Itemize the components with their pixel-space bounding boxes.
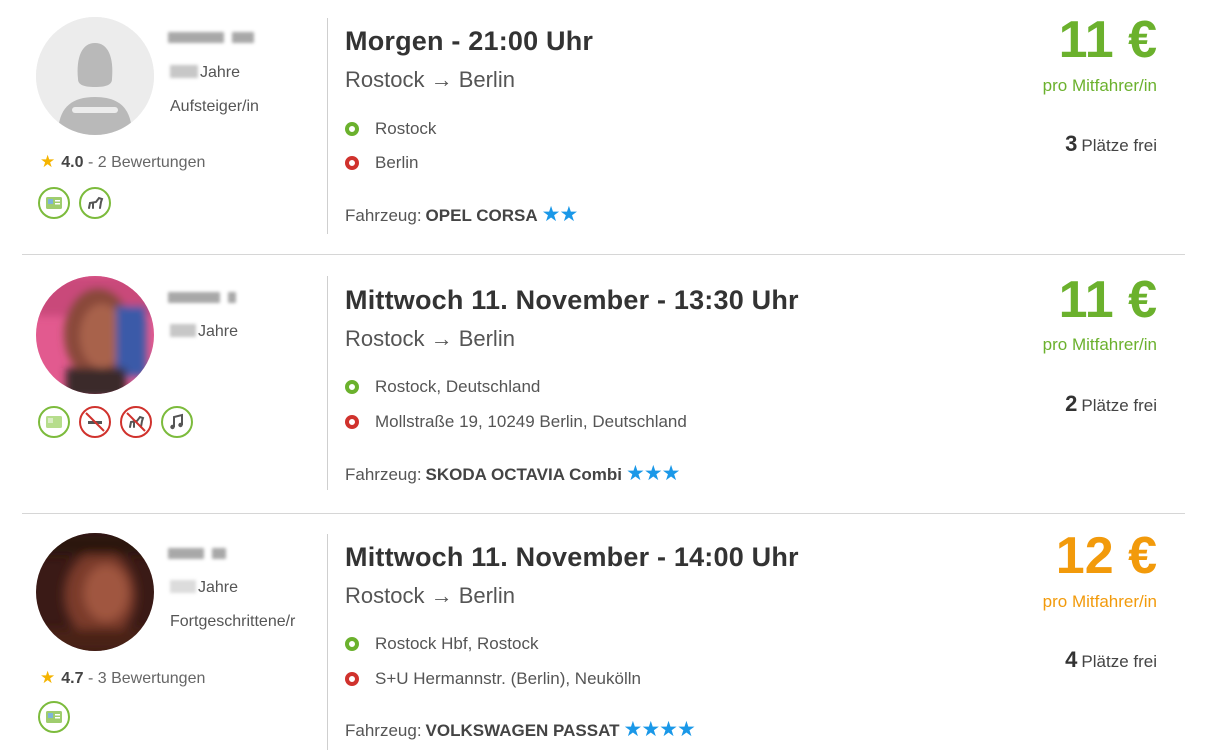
- start-marker-icon: [345, 122, 359, 136]
- profile-photo: [36, 276, 154, 394]
- free-seats: 4 Plätze frei: [1065, 647, 1157, 672]
- ride-title[interactable]: Mittwoch 11. November - 14:00 Uhr: [345, 542, 799, 573]
- divider: [327, 18, 328, 234]
- rating-star-icon: ★: [40, 152, 56, 171]
- rating-star-icon: ★: [40, 668, 56, 687]
- license-icon[interactable]: [38, 406, 70, 438]
- driver-age: Jahre: [170, 323, 238, 341]
- driver-level: Aufsteiger/in: [170, 98, 259, 115]
- license-icon[interactable]: [38, 187, 70, 219]
- divider: [327, 276, 328, 490]
- end-marker-icon: [345, 156, 359, 170]
- price-unit: pro Mitfahrer/in: [1042, 335, 1157, 354]
- user-silhouette-icon: [36, 17, 154, 135]
- start-stop: Rostock, Deutschland: [345, 377, 540, 397]
- avatar[interactable]: [36, 533, 154, 651]
- listing-separator: [22, 254, 1185, 255]
- end-stop: Berlin: [345, 153, 418, 173]
- comfort-stars-icon: ★★: [541, 203, 579, 226]
- ride-listing[interactable]: Jahre Fortgeschrittene/r ★ 4.7 - 3 Bewert…: [0, 516, 1205, 750]
- driver-name: [168, 290, 280, 305]
- listing-separator: [22, 513, 1185, 514]
- driver-age: Jahre: [170, 64, 240, 82]
- free-seats: 2 Plätze frei: [1065, 391, 1157, 416]
- driver-rating[interactable]: ★ 4.0 - 2 Bewertungen: [40, 152, 205, 172]
- driver-badges: [38, 701, 70, 733]
- price: 11 €: [1058, 11, 1157, 69]
- price: 12 €: [1055, 527, 1157, 585]
- vehicle-info: Fahrzeug: SKODA OCTAVIA Combi ★★★: [345, 462, 680, 485]
- end-marker-icon: [345, 672, 359, 686]
- ride-listing[interactable]: Jahre Aufsteiger/in ★ 4.0 - 2 Bewertungen…: [0, 0, 1205, 258]
- license-icon[interactable]: [38, 701, 70, 733]
- ride-route: Rostock → Berlin: [345, 326, 515, 351]
- ride-route: Rostock → Berlin: [345, 583, 515, 608]
- comfort-stars-icon: ★★★★: [623, 718, 696, 741]
- price: 11 €: [1058, 271, 1157, 329]
- music-icon[interactable]: [161, 406, 193, 438]
- vehicle-info: Fahrzeug: OPEL CORSA ★★: [345, 203, 579, 226]
- comfort-stars-icon: ★★★: [626, 462, 680, 485]
- vehicle-info: Fahrzeug: VOLKSWAGEN PASSAT ★★★★: [345, 718, 696, 741]
- ride-listing[interactable]: Jahre Mittwoch 11. November - 13:30 Uhr …: [0, 258, 1205, 516]
- driver-badges: [38, 406, 193, 438]
- start-marker-icon: [345, 637, 359, 651]
- driver-name: [168, 546, 280, 561]
- ride-title[interactable]: Mittwoch 11. November - 13:30 Uhr: [345, 285, 799, 316]
- ride-route: Rostock → Berlin: [345, 67, 515, 92]
- divider: [327, 534, 328, 750]
- driver-level: Fortgeschrittene/r: [170, 613, 296, 630]
- driver-badges: [38, 187, 111, 219]
- no-smoking-icon[interactable]: [79, 406, 111, 438]
- start-marker-icon: [345, 380, 359, 394]
- avatar-placeholder[interactable]: [36, 17, 154, 135]
- pet-icon[interactable]: [79, 187, 111, 219]
- start-stop: Rostock: [345, 119, 436, 139]
- ride-title[interactable]: Morgen - 21:00 Uhr: [345, 26, 593, 57]
- driver-rating[interactable]: ★ 4.7 - 3 Bewertungen: [40, 668, 205, 688]
- end-marker-icon: [345, 415, 359, 429]
- driver-age: Jahre: [170, 579, 238, 597]
- price-unit: pro Mitfahrer/in: [1042, 592, 1157, 611]
- end-stop: S+U Hermannstr. (Berlin), Neukölln: [345, 669, 641, 689]
- price-unit: pro Mitfahrer/in: [1042, 76, 1157, 95]
- start-stop: Rostock Hbf, Rostock: [345, 634, 538, 654]
- free-seats: 3 Plätze frei: [1065, 131, 1157, 156]
- end-stop: Mollstraße 19, 10249 Berlin, Deutschland: [345, 412, 687, 432]
- no-pets-icon[interactable]: [120, 406, 152, 438]
- profile-photo: [36, 533, 154, 651]
- avatar[interactable]: [36, 276, 154, 394]
- driver-name: [168, 30, 280, 45]
